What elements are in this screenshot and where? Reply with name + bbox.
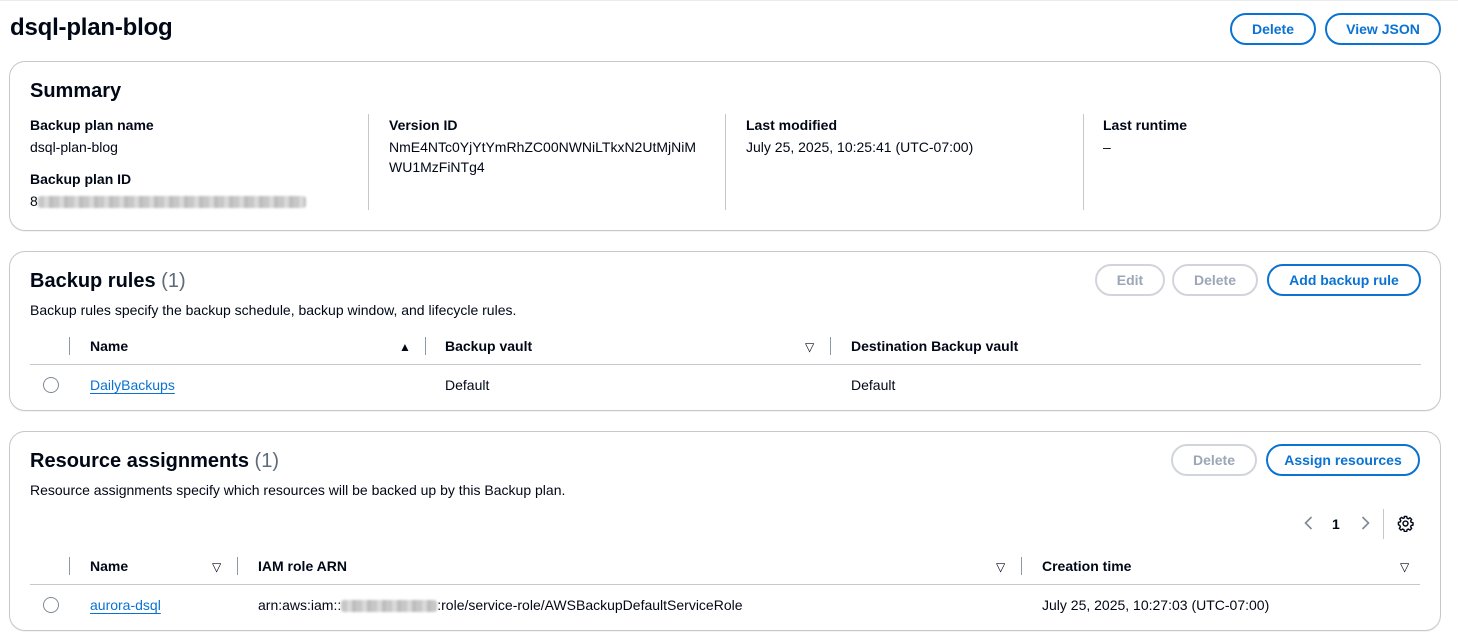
pagination-separator	[1383, 509, 1384, 539]
backup-rules-title: Backup rules (1)	[30, 270, 186, 293]
delete-plan-button[interactable]: Delete	[1230, 13, 1316, 45]
view-json-button[interactable]: View JSON	[1325, 13, 1441, 45]
iam-arn-suffix: :role/service-role/AWSBackupDefaultServi…	[437, 597, 742, 613]
add-backup-rule-button[interactable]: Add backup rule	[1267, 264, 1421, 296]
summary-divider-3	[1083, 114, 1084, 210]
column-header-iam-role-arn[interactable]: IAM role ARN	[258, 558, 347, 574]
chevron-left-icon[interactable]	[1300, 514, 1316, 532]
page-title: dsql-plan-blog	[10, 14, 173, 42]
column-header-creation-time[interactable]: Creation time	[1042, 558, 1131, 574]
chevron-right-icon[interactable]	[1357, 514, 1373, 532]
column-header-name[interactable]: Name	[90, 558, 128, 574]
column-header-name[interactable]: Name	[90, 338, 128, 354]
summary-panel: Summary Backup plan name dsql-plan-blog …	[9, 61, 1441, 231]
assignment-iam-role-arn: arn:aws:iam:::role/service-role/AWSBacku…	[258, 597, 743, 613]
backup-plan-name-label: Backup plan name	[30, 116, 154, 134]
version-id: Version ID NmE4NTc0YjYtYmRhZC00NWNiLTkxN…	[389, 116, 696, 177]
pagination-current-page[interactable]: 1	[1332, 516, 1340, 532]
last-runtime: Last runtime –	[1103, 116, 1187, 157]
column-separator[interactable]	[425, 337, 426, 355]
backup-rules-count: (1)	[161, 270, 185, 292]
row-select-radio[interactable]	[43, 597, 59, 613]
rule-destination-vault: Default	[851, 377, 895, 393]
last-modified-label: Last modified	[746, 116, 973, 134]
delete-rule-button[interactable]: Delete	[1172, 264, 1258, 296]
resource-assignments-panel: Resource assignments (1) Resource assign…	[9, 431, 1441, 631]
backup-plan-id-prefix: 8	[30, 193, 38, 209]
redacted-plan-id	[38, 196, 306, 208]
top-divider	[0, 0, 1458, 1]
assignment-creation-time: July 25, 2025, 10:27:03 (UTC-07:00)	[1042, 597, 1269, 613]
backup-plan-id: Backup plan ID 8	[30, 170, 306, 211]
backup-plan-name-value: dsql-plan-blog	[30, 137, 154, 157]
column-separator	[69, 557, 70, 575]
last-modified-value: July 25, 2025, 10:25:41 (UTC-07:00)	[746, 137, 973, 157]
column-header-destination-vault: Destination Backup vault	[851, 338, 1018, 354]
backup-rules-panel: Backup rules (1) Backup rules specify th…	[9, 251, 1441, 411]
caret-up-filled-icon[interactable]: ▲	[399, 341, 411, 353]
iam-arn-prefix: arn:aws:iam::	[258, 597, 341, 613]
resource-assignments-description: Resource assignments specify which resou…	[30, 482, 565, 498]
version-id-line-2: WU1MzFiNTg4	[389, 157, 696, 177]
backup-plan-id-label: Backup plan ID	[30, 170, 306, 188]
assignment-name-link[interactable]: aurora-dsql	[90, 597, 161, 613]
gear-icon[interactable]	[1396, 514, 1414, 532]
column-separator[interactable]	[1021, 557, 1022, 575]
backup-plan-name: Backup plan name dsql-plan-blog	[30, 116, 154, 157]
caret-down-outline-icon[interactable]: ▽	[996, 561, 1005, 573]
row-select-radio[interactable]	[43, 377, 59, 393]
table-header-divider	[30, 364, 1421, 365]
rule-backup-vault: Default	[445, 377, 489, 393]
version-id-value: NmE4NTc0YjYtYmRhZC00NWNiLTkxN2UtMjNiM WU…	[389, 137, 696, 177]
table-header-divider	[30, 584, 1420, 585]
assign-resources-button[interactable]: Assign resources	[1266, 444, 1420, 476]
column-header-backup-vault[interactable]: Backup vault	[445, 338, 532, 354]
caret-down-outline-icon[interactable]: ▽	[212, 561, 221, 573]
column-separator[interactable]	[830, 337, 831, 355]
resource-assignments-count: (1)	[255, 450, 279, 472]
version-id-label: Version ID	[389, 116, 696, 134]
column-separator	[69, 337, 70, 355]
last-modified: Last modified July 25, 2025, 10:25:41 (U…	[746, 116, 973, 157]
caret-down-outline-icon[interactable]: ▽	[805, 341, 814, 353]
summary-title: Summary	[30, 80, 121, 103]
redacted-account-id	[341, 600, 437, 612]
backup-rules-description: Backup rules specify the backup schedule…	[30, 302, 516, 318]
resource-assignments-title: Resource assignments (1)	[30, 450, 279, 473]
summary-divider-2	[725, 114, 726, 210]
last-runtime-label: Last runtime	[1103, 116, 1187, 134]
caret-down-outline-icon[interactable]: ▽	[1400, 561, 1409, 573]
summary-divider-1	[368, 114, 369, 210]
delete-assignment-button[interactable]: Delete	[1171, 444, 1257, 476]
backup-rules-title-text: Backup rules	[30, 270, 156, 292]
last-runtime-value: –	[1103, 137, 1187, 157]
version-id-line-1: NmE4NTc0YjYtYmRhZC00NWNiLTkxN2UtMjNiM	[389, 137, 696, 157]
column-separator[interactable]	[237, 557, 238, 575]
rule-name-link[interactable]: DailyBackups	[90, 377, 175, 393]
resource-assignments-title-text: Resource assignments	[30, 450, 249, 472]
edit-rule-button[interactable]: Edit	[1095, 264, 1165, 296]
backup-plan-id-value: 8	[30, 191, 306, 211]
